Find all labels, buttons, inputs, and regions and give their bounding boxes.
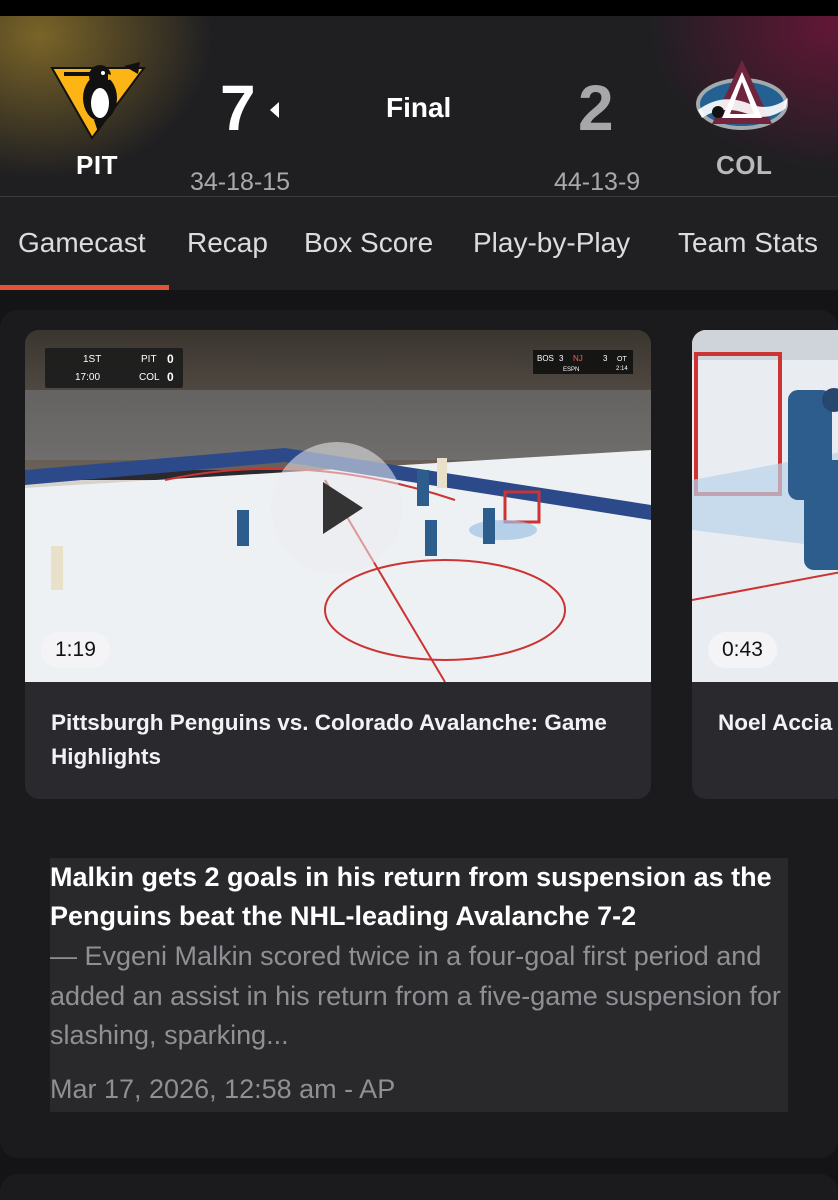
tab-box-score[interactable]: Box Score	[304, 227, 433, 259]
winner-indicator-icon	[270, 102, 279, 118]
ticker-network: ESPN	[563, 367, 579, 373]
home-team-abbr: PIT	[76, 150, 118, 180]
away-team-abbr: COL	[716, 150, 773, 180]
avalanche-logo[interactable]	[692, 52, 792, 152]
story-snippet: — Evgeni Malkin scored twice in a four-g…	[50, 941, 781, 1050]
score-ticker: BOS 3 NJ 3 OT 2:14 ESPN	[533, 350, 633, 374]
next-section-panel	[0, 1174, 838, 1200]
recap-story[interactable]: Malkin gets 2 goals in his return from s…	[50, 858, 788, 1112]
ticker-score2: 3	[603, 354, 608, 363]
story-meta: Mar 17, 2026, 12:58 am - AP	[50, 1074, 396, 1104]
scorebug-score2: 0	[167, 370, 174, 384]
scorebug-period: 1ST	[83, 354, 101, 365]
ticker-clock: 2:14	[616, 366, 628, 372]
away-record: 44-13-9	[554, 168, 641, 196]
tab-recap[interactable]: Recap	[187, 227, 268, 259]
tab-team-stats[interactable]: Team Stats	[678, 227, 818, 259]
story-headline[interactable]: Malkin gets 2 goals in his return from s…	[50, 858, 788, 936]
scorebug-team1: PIT	[141, 354, 157, 365]
video-duration: 1:19	[41, 632, 110, 668]
ticker-team1: BOS	[537, 354, 554, 363]
scorebug-clock: 17:00	[75, 372, 100, 383]
video-duration: 0:43	[708, 632, 777, 668]
tab-play-by-play[interactable]: Play-by-Play	[473, 227, 630, 259]
tab-gamecast[interactable]: Gamecast	[18, 227, 146, 259]
ticker-score1: 3	[559, 354, 564, 363]
status-bar	[0, 0, 838, 16]
scorebug: 1ST 17:00 PIT 0 COL 0	[45, 348, 183, 388]
ticker-period: OT	[617, 356, 627, 363]
home-score: 7	[220, 72, 256, 144]
game-tabs: Gamecast Recap Box Score Play-by-Play Te…	[0, 197, 838, 290]
scorebug-team2: COL	[139, 372, 160, 383]
video-title[interactable]: Noel Accia	[718, 706, 832, 740]
video-card[interactable]: 1ST 17:00 PIT 0 COL 0 BOS 3 NJ 3 OT 2:14…	[25, 330, 651, 799]
ticker-team2: NJ	[573, 354, 583, 363]
video-title[interactable]: Pittsburgh Penguins vs. Colorado Avalanc…	[51, 706, 631, 774]
video-card[interactable]: 0:43 Noel Accia	[692, 330, 838, 799]
play-icon[interactable]	[271, 442, 403, 574]
home-record: 34-18-15	[190, 168, 291, 196]
scorebug-score1: 0	[167, 352, 174, 366]
game-header: PIT 7 34-18-15 Final 2 44-13-9 COL	[0, 16, 838, 197]
game-status: Final	[386, 92, 452, 123]
penguins-logo[interactable]	[48, 46, 148, 146]
away-score: 2	[578, 72, 614, 144]
video-thumbnail[interactable]	[692, 330, 838, 682]
